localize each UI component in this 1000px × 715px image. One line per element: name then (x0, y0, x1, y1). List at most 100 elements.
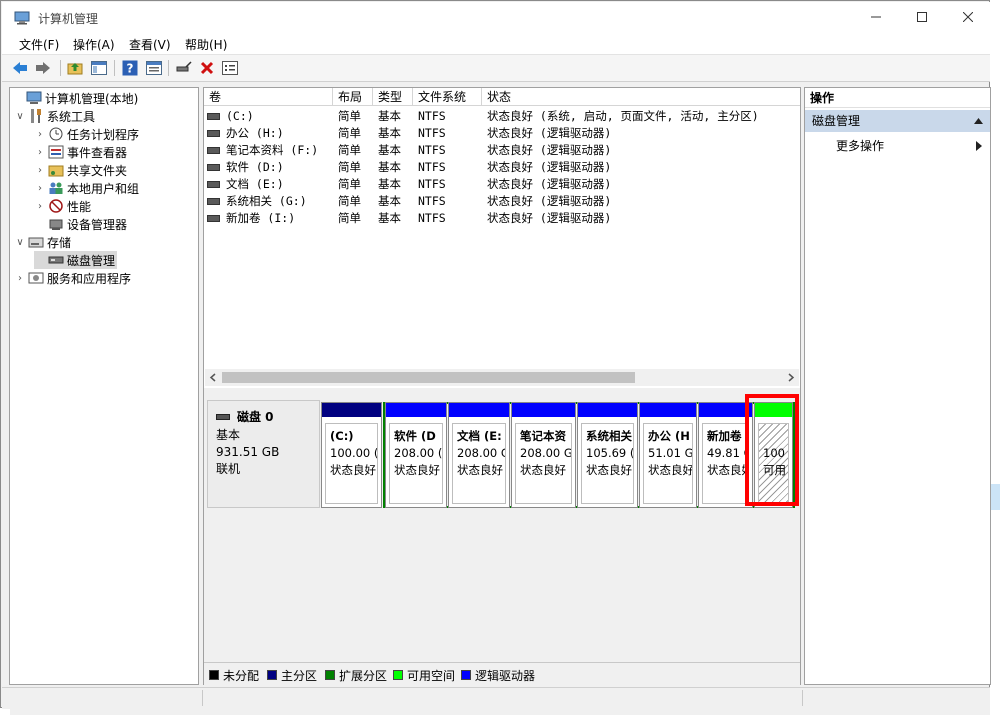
help-button[interactable]: ? (121, 59, 139, 77)
menu-help[interactable]: 帮助(H) (185, 36, 227, 53)
column-header-status[interactable]: 状态 (482, 88, 800, 106)
connect-button[interactable] (175, 59, 193, 77)
cell-text: NTFS (418, 143, 446, 157)
chevron-down-icon[interactable]: ∨ (14, 237, 26, 248)
scrollbar-thumb[interactable] (222, 372, 635, 383)
actions-header: 操作 (805, 88, 990, 108)
tree-item-services-apps[interactable]: › 服务和应用程序 (14, 269, 131, 287)
tree-label: 存储 (47, 235, 72, 250)
chevron-right-icon[interactable]: › (34, 147, 46, 158)
minimize-button[interactable] (853, 2, 899, 32)
disk-info[interactable]: 磁盘 0 基本 931.51 GB 联机 (207, 400, 320, 508)
close-button[interactable] (945, 2, 991, 32)
tree-item-disk-management[interactable]: 磁盘管理 (34, 251, 118, 269)
cell-text: 新加卷 (I:) (226, 211, 296, 225)
tree-item-computer-management[interactable]: 计算机管理(本地) (12, 89, 138, 107)
background-selection (990, 484, 1000, 510)
tools-icon (31, 109, 41, 123)
chevron-right-icon[interactable]: › (34, 165, 46, 176)
column-header-type[interactable]: 类型 (373, 88, 413, 106)
column-header-volume[interactable]: 卷 (204, 88, 333, 106)
table-row[interactable]: 办公 (H:) 简单 基本 NTFS 状态良好 (逻辑驱动器) (204, 125, 800, 142)
maximize-button[interactable] (899, 2, 945, 32)
menu-file[interactable]: 文件(F) (19, 36, 59, 53)
legend-swatch (325, 670, 335, 680)
export-list-button[interactable] (221, 59, 239, 77)
primary-partition-bar (322, 403, 381, 417)
delete-button[interactable] (198, 59, 216, 77)
tree-item-task-scheduler[interactable]: › 任务计划程序 (34, 125, 139, 143)
status-divider (202, 690, 203, 706)
toolbar-separator (168, 60, 169, 76)
cell-text: 简单 (338, 160, 361, 174)
properties-button[interactable] (145, 59, 163, 77)
chevron-right-icon[interactable]: › (34, 129, 46, 140)
column-header-filesystem[interactable]: 文件系统 (413, 88, 482, 106)
chevron-right-icon[interactable]: › (34, 183, 46, 194)
window-title: 计算机管理 (38, 12, 99, 26)
more-actions-label: 更多操作 (836, 139, 885, 153)
column-header-layout[interactable]: 布局 (333, 88, 373, 106)
volume-icon (207, 197, 220, 205)
volume-icon (207, 146, 220, 154)
scroll-left-icon[interactable] (209, 373, 217, 382)
partition-status: 状态良好 (394, 463, 440, 477)
disk-management-pane: 卷 布局 类型 文件系统 状态 (C:) 简单 基本 NTFS 状态良好 (系统, 启动… (203, 87, 801, 685)
partition-e[interactable]: 文档 (E: 208.00 G 状态良好 (448, 402, 510, 508)
table-cell-name: 系统相关 (G:) (204, 193, 333, 210)
tree-item-local-users[interactable]: › 本地用户和组 (34, 179, 139, 197)
partition-d[interactable]: 软件 (D 208.00 ( 状态良好 (385, 402, 447, 508)
partition-details: 系统相关 105.69 ( 状态良好 (581, 423, 634, 504)
tree-item-event-viewer[interactable]: › 事件查看器 (34, 143, 127, 161)
table-cell-status: 状态良好 (逻辑驱动器) (487, 142, 800, 159)
cell-text: 软件 (D:) (226, 160, 284, 174)
show-hide-tree-button[interactable] (90, 59, 108, 77)
more-actions-item[interactable]: 更多操作 (805, 136, 990, 156)
legend-label: 主分区 (281, 668, 318, 683)
cell-text: 基本 (378, 109, 401, 123)
chevron-right-icon[interactable]: › (14, 273, 26, 284)
partition-size: 208.00 ( (394, 446, 443, 460)
tree-label: 设备管理器 (67, 217, 128, 232)
partition-g[interactable]: 系统相关 105.69 ( 状态良好 (577, 402, 638, 508)
table-cell-type: 基本 (378, 210, 414, 227)
tree-item-device-manager[interactable]: 设备管理器 (34, 215, 127, 233)
legend-swatch (267, 670, 277, 680)
table-row[interactable]: (C:) 简单 基本 NTFS 状态良好 (系统, 启动, 页面文件, 活动, 主分区) (204, 108, 800, 125)
back-button[interactable] (11, 59, 29, 77)
partition-status: 状态良好 (648, 463, 693, 477)
table-cell-fs: NTFS (418, 193, 482, 210)
scroll-right-icon[interactable] (787, 373, 795, 382)
actions-section-disk-management[interactable]: 磁盘管理 (805, 110, 990, 132)
tree-item-shared-folders[interactable]: › 共享文件夹 (34, 161, 127, 179)
partition-size: 208.00 G (520, 446, 572, 460)
table-row[interactable]: 新加卷 (I:) 简单 基本 NTFS 状态良好 (逻辑驱动器) (204, 210, 800, 227)
chevron-down-icon[interactable]: ∨ (14, 111, 26, 122)
table-cell-fs: NTFS (418, 142, 482, 159)
collapse-up-icon[interactable] (974, 118, 983, 124)
partition-h[interactable]: 办公 (H 51.01 G 状态良好 (639, 402, 697, 508)
tree-item-performance[interactable]: › 性能 (34, 197, 91, 215)
computer-management-window: 计算机管理 文件(F) 操作(A) 查看(V) 帮助(H) ? 计算机管理(本地… (0, 0, 991, 709)
status-bar (2, 687, 990, 709)
cell-text: 状态良好 (逻辑驱动器) (487, 143, 612, 157)
table-row[interactable]: 系统相关 (G:) 简单 基本 NTFS 状态良好 (逻辑驱动器) (204, 193, 800, 210)
table-row[interactable]: 笔记本资料 (F:) 简单 基本 NTFS 状态良好 (逻辑驱动器) (204, 142, 800, 159)
menu-action[interactable]: 操作(A) (73, 36, 115, 53)
disk-kind: 基本 (216, 428, 241, 442)
partition-f[interactable]: 笔记本资 208.00 G 状态良好 (511, 402, 576, 508)
up-level-button[interactable] (66, 59, 84, 77)
cell-text: NTFS (418, 109, 446, 123)
partition-name: 软件 (D (394, 429, 436, 443)
tree-item-storage[interactable]: ∨ 存储 (14, 233, 71, 251)
forward-button[interactable] (34, 59, 52, 77)
menu-view[interactable]: 查看(V) (129, 36, 171, 53)
chevron-right-icon[interactable]: › (34, 201, 46, 212)
actions-pane: 操作 磁盘管理 更多操作 (804, 87, 991, 685)
partition-details: 办公 (H 51.01 G 状态良好 (643, 423, 693, 504)
partition-c[interactable]: (C:) 100.00 ( 状态良好 (321, 402, 382, 508)
table-row[interactable]: 软件 (D:) 简单 基本 NTFS 状态良好 (逻辑驱动器) (204, 159, 800, 176)
table-row[interactable]: 文档 (E:) 简单 基本 NTFS 状态良好 (逻辑驱动器) (204, 176, 800, 193)
horizontal-scrollbar[interactable] (205, 369, 799, 386)
tree-item-system-tools[interactable]: ∨ 系统工具 (14, 107, 95, 125)
